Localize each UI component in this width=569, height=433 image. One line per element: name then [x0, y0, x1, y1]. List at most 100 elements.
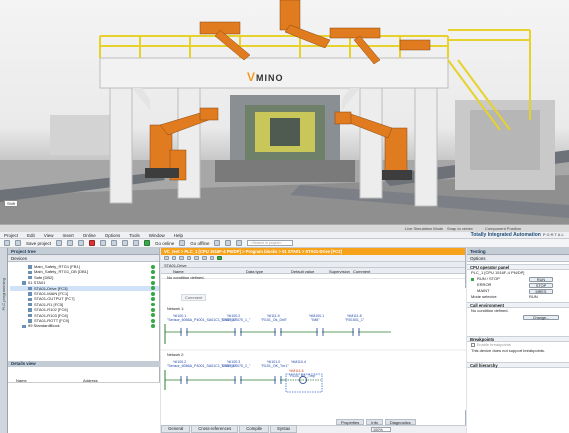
n1-contact-1-tag[interactable]: "Sensor_6066A_P4001_SA01C1_SNS700" [167, 318, 237, 323]
delete-icon[interactable] [89, 240, 96, 246]
n1-contact-2-tag[interactable]: "LS04_LS070_1_" [221, 318, 250, 323]
editor-breadcrumb: VC_test > PLC_1 [CPU 1516F-4 PN/DP] > Pr… [161, 248, 465, 255]
go-online-button[interactable]: Go online [155, 241, 174, 246]
details-view-list [8, 383, 160, 433]
editor-toolbar [161, 255, 465, 262]
block-icon [28, 297, 32, 301]
menu-options[interactable]: Options [105, 233, 121, 238]
compile-icon[interactable] [122, 240, 129, 246]
status-snap: Snap to vertex [447, 226, 473, 231]
contact-gap [182, 378, 186, 382]
tree-item-label: Main_Safety_RTG1 [FB1] [34, 264, 80, 269]
editor-tool-icon[interactable] [201, 255, 207, 261]
call-hierarchy-title[interactable]: Call hierarchy [467, 362, 569, 368]
block-icon [28, 276, 32, 280]
n2-contact-1-tag[interactable]: "Sensor_6066A_P4001_SA01C1_SNS700" [167, 364, 237, 369]
editor-status-bar: General Cross-references Compile Syntax … [161, 425, 466, 433]
n1-contact-5-tag[interactable]: "R01501_1" [345, 318, 364, 323]
tree-item-label: STA01-R1 [FC5] [34, 301, 64, 307]
editor-tool-icon[interactable] [194, 255, 199, 261]
mres-button[interactable]: MRES [529, 288, 553, 294]
editor-tool-icon[interactable] [164, 255, 169, 261]
tab-syntax[interactable]: Syntax [270, 425, 298, 433]
tree-item[interactable]: 99 StandardBlock [10, 323, 159, 328]
new-project-icon[interactable] [4, 240, 10, 246]
tree-item-label: Main_Safety_RTG1_DB [DB1] [34, 269, 88, 275]
interface-row[interactable]: No condition defined. [161, 274, 465, 280]
stop-cpu-icon[interactable] [236, 240, 243, 246]
contact-gap [236, 378, 240, 382]
run-button[interactable]: RUN [529, 276, 553, 282]
editor-tool-icon[interactable] [186, 255, 192, 261]
tab-cross-references[interactable]: Cross-references [191, 425, 239, 433]
tab-devices[interactable]: Devices [8, 255, 159, 262]
n2-contact-2-tag[interactable]: "LS04_LS070_2_" [221, 364, 250, 369]
copy-icon[interactable] [67, 240, 74, 246]
factory-scene [0, 0, 569, 232]
tree-item-label: STA01-Drive [FC3] [34, 285, 68, 291]
status-ok-icon [151, 275, 155, 280]
open-project-icon[interactable] [15, 240, 21, 246]
project-tree-title: Project tree [8, 248, 159, 255]
go-online-icon[interactable] [144, 240, 151, 246]
status-ok-icon [151, 286, 155, 291]
menu-online[interactable]: Online [83, 233, 96, 238]
accessible-devices-icon[interactable] [214, 240, 221, 246]
editor-tool-icon[interactable] [179, 255, 184, 261]
menu-edit[interactable]: Edit [27, 233, 35, 238]
stop-button[interactable]: STOP [529, 282, 553, 288]
block-icon [28, 265, 32, 269]
status-sim-mode: Live Simulation Mode [405, 226, 444, 231]
go-offline-icon[interactable] [179, 240, 186, 246]
ladder-diagram [161, 324, 466, 393]
contact-gap [318, 330, 322, 334]
menu-view[interactable]: View [44, 233, 54, 238]
menu-help[interactable]: Help [174, 233, 183, 238]
status-ok-icon [151, 291, 155, 296]
menu-insert[interactable]: Insert [62, 233, 73, 238]
network-1-label: Network 1: [167, 307, 185, 311]
start-cpu-icon[interactable] [225, 240, 232, 246]
menu-bar: Project Edit View Insert Online Options … [0, 232, 569, 239]
block-icon [28, 270, 32, 275]
testing-pane: Testing Options CPU operator panel PLC_1… [467, 248, 569, 433]
project-search-input[interactable]: <Search in project> [247, 240, 294, 246]
tab-compile[interactable]: Compile [239, 425, 270, 433]
status-component-pos: Component Position [485, 226, 522, 231]
menu-window[interactable]: Window [149, 233, 165, 238]
editor-tool-icon[interactable] [209, 255, 215, 261]
tree-item-label: STA01-OUTPUT [FC7] [34, 296, 75, 302]
menu-project[interactable]: Project [4, 233, 18, 238]
block-icon [28, 292, 32, 296]
block-comment[interactable]: Comment [181, 294, 207, 301]
simulation-viewport[interactable]: VMINO Shift Live Simulation Mode Snap to… [0, 0, 569, 232]
monitor-icon[interactable] [217, 255, 222, 261]
portal-side-strip[interactable]: PLC programming [0, 248, 8, 433]
ladder-area[interactable]: Comment Network 1: Network 2: %I100.1 "S… [161, 288, 466, 410]
n1-contact-4-tag[interactable]: "IM8" [311, 318, 320, 323]
paste-icon[interactable] [78, 240, 85, 246]
go-offline-button[interactable]: Go offline [190, 241, 209, 246]
cut-icon[interactable] [56, 240, 63, 246]
block-icon [28, 302, 32, 307]
menu-tools[interactable]: Tools [129, 233, 140, 238]
n1-contact-3-tag[interactable]: "R101_Ok_Drill" [261, 318, 287, 323]
status-ok-icon [151, 280, 155, 285]
editor-tool-icon[interactable] [171, 255, 177, 261]
mode-selector-row: Mode selector: RUN [471, 294, 538, 299]
enable-breakpoints-checkbox[interactable] [471, 343, 475, 347]
bottom-tabs: General Cross-references Compile Syntax [161, 425, 298, 433]
download-icon[interactable] [133, 240, 140, 246]
tree-item-label: 99 StandardBlock [28, 323, 60, 329]
redo-icon[interactable] [111, 240, 118, 246]
tab-general[interactable]: General [161, 425, 191, 433]
status-ok-icon [151, 324, 155, 328]
change-button[interactable]: Change... [523, 314, 559, 320]
save-project-button[interactable]: Save project [26, 241, 51, 246]
n2-contact-3-tag[interactable]: "R101_OK_Tm1" [261, 364, 289, 369]
viewport-status-bar: Live Simulation Mode Snap to vertex Comp… [0, 224, 569, 232]
undo-icon[interactable] [100, 240, 107, 246]
zoom-select[interactable]: 100% [371, 427, 391, 432]
details-view-title[interactable]: Details view [8, 361, 160, 367]
n2-coil-tag[interactable]: "R101_RE_Tmp" [289, 374, 316, 379]
